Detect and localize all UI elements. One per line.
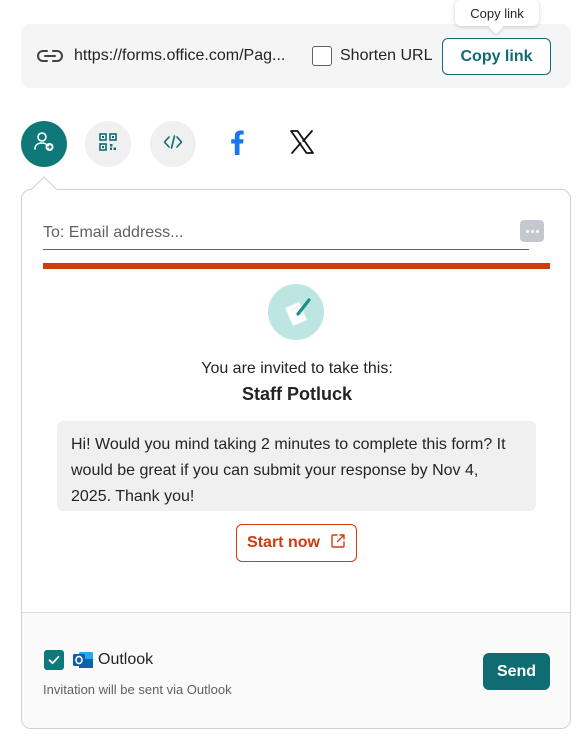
copy-link-button[interactable]: Copy link <box>442 38 551 75</box>
share-facebook-button[interactable] <box>214 121 260 167</box>
shorten-url-checkbox[interactable] <box>312 46 332 66</box>
share-embed-button[interactable] <box>150 121 196 167</box>
link-icon <box>37 46 63 66</box>
theme-accent-bar <box>43 263 550 269</box>
share-email-button[interactable] <box>21 121 67 167</box>
qr-code-icon <box>98 132 118 157</box>
form-title: Staff Potluck <box>241 384 352 404</box>
email-to-input[interactable]: To: Email address... <box>43 220 544 250</box>
embed-code-icon <box>163 134 183 155</box>
share-x-button[interactable] <box>279 121 325 167</box>
open-external-icon <box>330 533 346 554</box>
start-now-label: Start now <box>247 534 320 551</box>
start-now-button[interactable]: Start now <box>236 524 357 562</box>
share-link-bar: https://forms.office.com/Pag... Shorten … <box>21 24 571 88</box>
more-options-icon[interactable] <box>520 220 544 242</box>
form-logo <box>268 284 324 340</box>
copy-link-tooltip: Copy link <box>455 0 539 26</box>
email-invite-panel: To: Email address... You are invited to … <box>21 189 571 729</box>
form-logo-icon <box>284 298 311 327</box>
share-qr-code-button[interactable] <box>85 121 131 167</box>
send-footer: Outlook Invitation will be sent via Outl… <box>22 612 570 728</box>
email-to-placeholder: To: Email address... <box>43 224 184 241</box>
email-share-icon <box>32 130 56 159</box>
outlook-note: Invitation will be sent via Outlook <box>43 682 232 697</box>
share-url-text[interactable]: https://forms.office.com/Pag... <box>74 47 285 65</box>
checkmark-icon <box>48 655 60 665</box>
send-button[interactable]: Send <box>483 653 550 690</box>
tooltip-text: Copy link <box>470 5 524 21</box>
shorten-url-label[interactable]: Shorten URL <box>340 47 433 65</box>
outlook-label[interactable]: Outlook <box>98 651 153 669</box>
facebook-icon <box>229 129 245 160</box>
invite-message[interactable]: Hi! Would you mind taking 2 minutes to c… <box>57 421 536 511</box>
outlook-icon <box>72 649 94 671</box>
outlook-checkbox[interactable] <box>44 650 64 670</box>
x-icon <box>289 129 315 160</box>
invite-text: You are invited to take this: <box>201 360 393 377</box>
